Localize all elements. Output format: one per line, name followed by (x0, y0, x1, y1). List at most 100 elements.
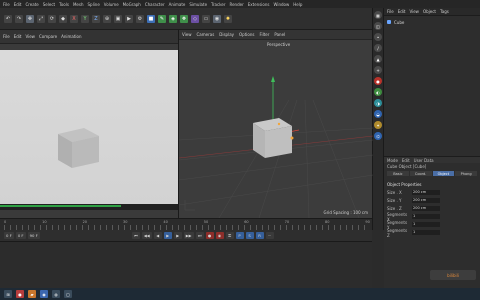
attr-menu-mode[interactable]: Mode (387, 158, 398, 163)
deformer-icon[interactable]: ◇ (191, 14, 199, 23)
vp-menu-options[interactable]: Options (239, 32, 254, 37)
start-frame-field[interactable]: 0 F (4, 232, 14, 239)
menu-tools[interactable]: Tools (59, 2, 69, 7)
om-menu-object[interactable]: Object (423, 9, 436, 14)
cube-icon[interactable]: ■ (147, 14, 155, 23)
vp-menu-view[interactable]: View (182, 32, 192, 37)
menu-help[interactable]: Help (293, 2, 302, 7)
z-axis-icon[interactable]: Z (92, 14, 100, 23)
tab-object[interactable]: Object (432, 171, 455, 176)
app-icon[interactable]: ● (16, 290, 24, 298)
om-menu-edit[interactable]: Edit (398, 9, 406, 14)
workplane-icon[interactable]: ◑ (374, 99, 382, 107)
pv-menu-edit[interactable]: Edit (14, 34, 22, 39)
edges-mode-icon[interactable]: / (374, 44, 382, 52)
vp-menu-panel[interactable]: Panel (274, 32, 285, 37)
texture-mode-icon[interactable]: ◫ (374, 22, 382, 30)
floor-icon[interactable]: ▭ (202, 14, 210, 23)
camera-icon[interactable]: ◉ (213, 14, 221, 23)
scale-key-icon[interactable]: S (245, 232, 254, 239)
field-value[interactable]: 200 cm (412, 198, 440, 203)
pen-icon[interactable]: ✎ (158, 14, 166, 23)
model-mode-icon[interactable]: ▦ (374, 11, 382, 19)
go-end-icon[interactable]: ⏭ (195, 232, 204, 239)
param-key-icon[interactable]: ⋯ (265, 232, 274, 239)
x-axis-icon[interactable]: X (70, 14, 78, 23)
field-value[interactable]: 1 (412, 230, 440, 235)
cinema4d-icon[interactable]: ◉ (40, 290, 48, 298)
polygons-mode-icon[interactable]: ▲ (374, 55, 382, 63)
menu-tracker[interactable]: Tracker (211, 2, 225, 7)
rotation-key-icon[interactable]: R (255, 232, 264, 239)
timeline[interactable]: 0 10 20 30 40 50 60 70 80 90 (0, 218, 372, 230)
next-frame-icon[interactable]: ▶ (173, 232, 182, 239)
rotate-icon[interactable]: ⟳ (48, 14, 56, 23)
field-value[interactable]: 200 cm (412, 190, 440, 195)
menu-mograph[interactable]: MoGraph (123, 2, 141, 7)
vp-menu-filter[interactable]: Filter (259, 32, 269, 37)
auto-key-icon[interactable]: ◉ (215, 232, 224, 239)
prev-frame-icon[interactable]: ◀ (153, 232, 162, 239)
browser-icon[interactable]: ◍ (52, 290, 60, 298)
om-menu-tags[interactable]: Tags (440, 9, 449, 14)
menu-edit[interactable]: Edit (14, 2, 22, 7)
menu-simulate[interactable]: Simulate (189, 2, 207, 7)
pv-menu-file[interactable]: File (3, 34, 10, 39)
menu-mesh[interactable]: Mesh (73, 2, 84, 7)
render-settings-icon[interactable]: ⚙ (136, 14, 144, 23)
locked-workplane-icon[interactable]: ◒ (374, 110, 382, 118)
redo-icon[interactable]: ↷ (15, 14, 23, 23)
coords-icon[interactable]: ⊕ (103, 14, 111, 23)
scale-icon[interactable]: ⤢ (37, 14, 45, 23)
vp-menu-cameras[interactable]: Cameras (197, 32, 215, 37)
field-value[interactable]: 1 (412, 222, 440, 227)
field-value[interactable]: 200 cm (412, 206, 440, 211)
live-select-icon[interactable]: ● (374, 77, 382, 85)
om-menu-view[interactable]: View (409, 9, 419, 14)
menu-spline[interactable]: Spline (87, 2, 99, 7)
menu-character[interactable]: Character (145, 2, 165, 7)
key-selection-icon[interactable]: ⚿ (225, 232, 234, 239)
recent-icon[interactable]: ◆ (59, 14, 67, 23)
menu-window[interactable]: Window (273, 2, 289, 7)
y-axis-icon[interactable]: Y (81, 14, 89, 23)
attr-menu-userdata[interactable]: User Data (414, 158, 434, 163)
python-icon[interactable]: ⌬ (374, 132, 382, 140)
tab-phong[interactable]: Phong (455, 171, 477, 176)
list-item[interactable]: Cube (387, 19, 477, 25)
prev-key-icon[interactable]: ◀◀ (141, 232, 152, 239)
position-key-icon[interactable]: P (235, 232, 244, 239)
points-mode-icon[interactable]: • (374, 33, 382, 41)
subdivision-icon[interactable]: ◈ (169, 14, 177, 23)
menu-render[interactable]: Render (229, 2, 243, 7)
menu-select[interactable]: Select (43, 2, 55, 7)
undo-icon[interactable]: ↶ (4, 14, 12, 23)
go-start-icon[interactable]: ⏮ (131, 232, 140, 239)
folder-icon[interactable]: ▰ (28, 290, 36, 298)
pv-menu-compare[interactable]: Compare (39, 34, 57, 39)
menu-extensions[interactable]: Extensions (248, 2, 270, 7)
field-value[interactable]: 1 (412, 214, 440, 219)
attr-menu-edit[interactable]: Edit (402, 158, 410, 163)
tab-coord[interactable]: Coord. (409, 171, 432, 176)
play-icon[interactable]: ▶ (163, 232, 172, 239)
tab-basic[interactable]: Basic (387, 171, 409, 176)
current-frame-field[interactable]: 0 F (15, 232, 26, 239)
perspective-viewport[interactable]: View Cameras Display Options Filter Pane… (178, 30, 373, 218)
pv-menu-view[interactable]: View (25, 34, 35, 39)
vp-menu-display[interactable]: Display (219, 32, 234, 37)
render-view-icon[interactable]: ▣ (114, 14, 122, 23)
menu-file[interactable]: File (3, 2, 10, 7)
move-icon[interactable]: ✥ (26, 14, 34, 23)
render-icon[interactable]: ▶ (125, 14, 133, 23)
next-key-icon[interactable]: ▶▶ (183, 232, 194, 239)
start-icon[interactable]: ⊞ (4, 290, 12, 298)
menu-animate[interactable]: Animate (169, 2, 186, 7)
om-menu-file[interactable]: File (387, 9, 394, 14)
sculpt-icon[interactable]: ✦ (374, 121, 382, 129)
record-icon[interactable]: ● (205, 232, 214, 239)
window-icon[interactable]: ▢ (64, 290, 72, 298)
menu-volume[interactable]: Volume (104, 2, 119, 7)
pv-menu-animation[interactable]: Animation (61, 34, 81, 39)
menu-create[interactable]: Create (25, 2, 38, 7)
